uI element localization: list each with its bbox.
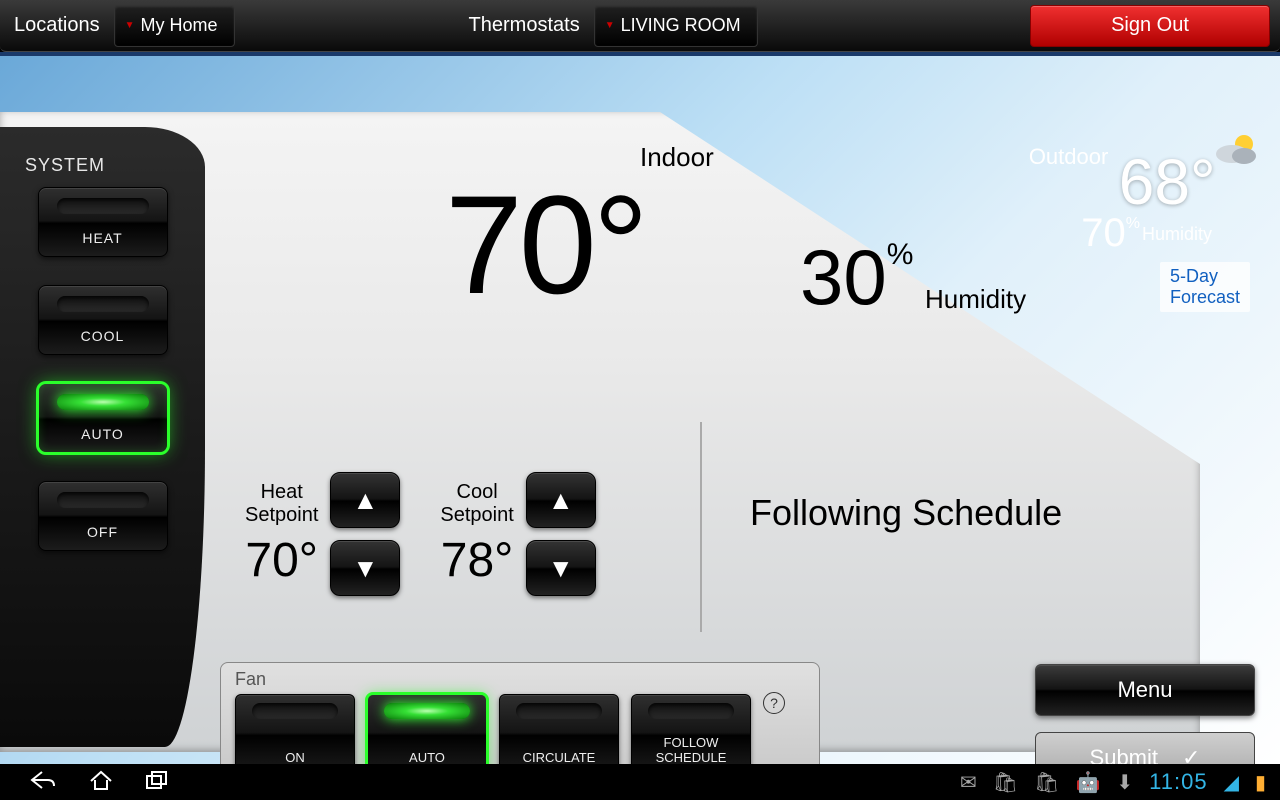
android-navbar: ✉ 🛍 🛍 🤖 ⬇ 11:05 ◢ ▮ xyxy=(0,764,1280,800)
fan-button-follow-schedule[interactable]: FOLLOW SCHEDULE xyxy=(631,694,751,774)
home-icon[interactable] xyxy=(88,769,114,796)
heat-setpoint-group: Heat Setpoint 70° ▲ ▼ xyxy=(245,472,400,596)
indicator-icon xyxy=(57,394,149,410)
mode-label: HEAT xyxy=(39,230,167,246)
indicator-icon xyxy=(57,492,149,508)
cool-up-button[interactable]: ▲ xyxy=(526,472,596,528)
fan-label: CIRCULATE xyxy=(500,751,618,765)
thermostat-value: LIVING ROOM xyxy=(621,15,741,36)
sidebar-title: SYSTEM xyxy=(25,155,105,176)
sign-out-button[interactable]: Sign Out xyxy=(1030,5,1270,47)
thermostat-select[interactable]: ▼ LIVING ROOM xyxy=(594,5,758,47)
menu-button[interactable]: Menu xyxy=(1035,664,1255,716)
fan-label: ON xyxy=(236,751,354,765)
percent-icon: % xyxy=(1126,215,1140,232)
mode-label: COOL xyxy=(39,328,167,344)
chevron-up-icon: ▲ xyxy=(548,485,574,516)
shop-icon[interactable]: 🛍 xyxy=(1034,770,1059,795)
indoor-temp-value: 70° xyxy=(445,164,645,326)
mail-icon[interactable]: ✉ xyxy=(960,770,977,795)
forecast-link[interactable]: 5-Day Forecast xyxy=(1160,262,1250,312)
indoor-label: Indoor xyxy=(640,142,714,173)
chevron-down-icon: ▼ xyxy=(605,20,615,31)
chevron-up-icon: ▲ xyxy=(353,485,379,516)
indoor-humidity-value: 30% xyxy=(800,232,913,323)
android-icon[interactable]: 🤖 xyxy=(1076,770,1101,795)
fan-label: AUTO xyxy=(368,751,486,765)
indoor-humidity-label: Humidity xyxy=(925,284,1026,315)
mode-button-cool[interactable]: COOL xyxy=(38,285,168,355)
fan-label: FOLLOW SCHEDULE xyxy=(632,736,750,765)
indicator-icon xyxy=(57,198,149,214)
back-icon[interactable] xyxy=(28,769,58,796)
outdoor-humidity-label: Humidity xyxy=(1142,224,1212,245)
outdoor-label: Outdoor xyxy=(1029,144,1109,170)
thermostats-label: Thermostats xyxy=(455,14,594,37)
clock: 11:05 xyxy=(1149,769,1207,795)
chevron-down-icon: ▼ xyxy=(548,553,574,584)
percent-icon: % xyxy=(887,238,914,271)
chevron-down-icon: ▼ xyxy=(353,553,379,584)
cool-setpoint-value: 78° xyxy=(440,533,513,588)
heat-setpoint-value: 70° xyxy=(245,533,318,588)
indoor-humidity-number: 30 xyxy=(800,233,887,321)
schedule-status: Following Schedule xyxy=(750,492,1062,534)
heat-up-button[interactable]: ▲ xyxy=(330,472,400,528)
cool-setpoint-label2: Setpoint xyxy=(440,504,513,527)
fan-title: Fan xyxy=(235,669,805,690)
cool-down-button[interactable]: ▼ xyxy=(526,540,596,596)
cool-setpoint-label1: Cool xyxy=(440,481,513,504)
indicator-icon xyxy=(252,703,338,719)
outdoor-block: Outdoor 68° 70%Humidity 5-Day Forecast xyxy=(1029,130,1260,312)
menu-label: Menu xyxy=(1117,677,1172,703)
mode-label: AUTO xyxy=(39,426,167,442)
mode-button-heat[interactable]: HEAT xyxy=(38,187,168,257)
heat-down-button[interactable]: ▼ xyxy=(330,540,400,596)
location-value: My Home xyxy=(141,15,218,36)
weather-icon xyxy=(1214,130,1260,173)
mode-label: OFF xyxy=(39,524,167,540)
mode-button-auto[interactable]: AUTO xyxy=(38,383,168,453)
outdoor-humidity-value: 70 xyxy=(1081,211,1126,255)
divider xyxy=(700,422,702,632)
heat-setpoint-label1: Heat xyxy=(245,481,318,504)
download-icon[interactable]: ⬇ xyxy=(1116,770,1133,795)
cool-setpoint-group: Cool Setpoint 78° ▲ ▼ xyxy=(440,472,595,596)
locations-label: Locations xyxy=(0,14,114,37)
indicator-icon xyxy=(516,703,602,719)
stage-background: SYSTEM HEAT COOL AUTO OFF Indoor 70° 30% Hu… xyxy=(0,52,1280,764)
fan-button-circulate[interactable]: CIRCULATE xyxy=(499,694,619,774)
wifi-icon: ◢ xyxy=(1224,770,1239,795)
battery-icon: ▮ xyxy=(1255,770,1266,795)
indicator-icon xyxy=(384,703,470,719)
location-select[interactable]: ▼ My Home xyxy=(114,5,235,47)
chevron-down-icon: ▼ xyxy=(125,20,135,31)
heat-setpoint-label2: Setpoint xyxy=(245,504,318,527)
shop-icon[interactable]: 🛍 xyxy=(993,770,1018,795)
help-icon[interactable]: ? xyxy=(763,692,785,714)
sign-out-label: Sign Out xyxy=(1111,14,1189,37)
system-sidebar: SYSTEM HEAT COOL AUTO OFF xyxy=(0,127,205,747)
indicator-icon xyxy=(648,703,734,719)
topbar: Locations ▼ My Home Thermostats ▼ LIVING… xyxy=(0,0,1280,52)
outdoor-temp-value: 68° xyxy=(1119,145,1216,219)
setpoints: Heat Setpoint 70° ▲ ▼ Cool Setpoint 78° … xyxy=(245,472,596,596)
fan-button-on[interactable]: ON xyxy=(235,694,355,774)
recents-icon[interactable] xyxy=(144,769,170,796)
indicator-icon xyxy=(57,296,149,312)
mode-button-off[interactable]: OFF xyxy=(38,481,168,551)
fan-button-auto[interactable]: AUTO xyxy=(367,694,487,774)
